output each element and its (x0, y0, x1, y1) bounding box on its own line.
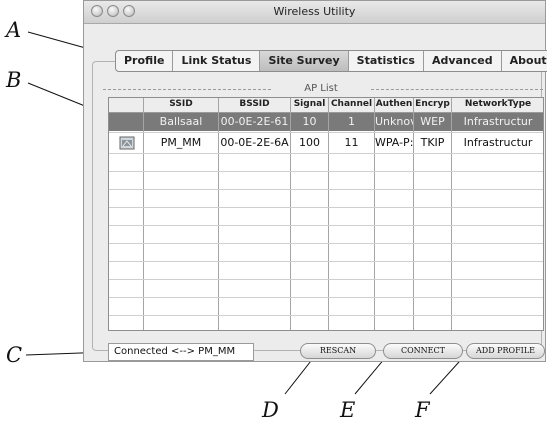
ap-list-heading: AP List (103, 83, 543, 95)
callout-a: A (6, 18, 22, 42)
add-profile-button[interactable]: ADD PROFILE (466, 343, 545, 359)
cell-channel: 11 (344, 136, 359, 149)
table-row[interactable]: PM_MM 00-0E-2E-6A 100 11 WPA-P: TKIP Inf… (109, 134, 543, 152)
table-row[interactable]: Ballsaal 00-0E-2E-61 10 1 Unknov WEP Inf… (109, 113, 543, 131)
row-divider (109, 171, 543, 172)
column-header-ssid[interactable]: SSID (144, 99, 218, 109)
cell-encryp: TKIP (420, 136, 445, 149)
rescan-button[interactable]: RESCAN (300, 343, 376, 359)
row-divider (109, 297, 543, 298)
column-header-authen[interactable]: Authen (375, 99, 413, 109)
column-header-channel[interactable]: Channel (329, 99, 374, 109)
tab-site-survey[interactable]: Site Survey (260, 51, 349, 71)
connection-status-field: Connected <--> PM_MM (108, 343, 254, 361)
row-divider (109, 207, 543, 208)
row-divider (109, 189, 543, 190)
ap-list-title: AP List (271, 83, 371, 94)
cell-signal: 10 (302, 115, 317, 128)
tab-link-status[interactable]: Link Status (173, 51, 261, 71)
tab-profile[interactable]: Profile (116, 51, 174, 71)
cell-authen: WPA-P: (375, 136, 413, 149)
callout-f: F (415, 398, 430, 422)
tab-advanced[interactable]: Advanced (424, 51, 502, 71)
row-divider (109, 243, 543, 244)
cell-ssid: Ballsaal (159, 115, 203, 128)
signal-icon (119, 136, 135, 150)
ap-list-table: SSID BSSID Signal Channel Authen Encryp … (108, 97, 544, 331)
cell-signal: 100 (299, 136, 320, 149)
cell-channel: 1 (348, 115, 355, 128)
callout-c: C (6, 343, 23, 367)
cell-bssid: 00-0E-2E-61 (220, 115, 289, 128)
callout-b: B (6, 68, 22, 92)
cell-authen: Unknov (375, 115, 413, 128)
tab-about[interactable]: About (502, 51, 547, 71)
connect-button[interactable]: CONNECT (383, 343, 463, 359)
callout-e: E (340, 398, 356, 422)
callout-d: D (262, 398, 279, 422)
row-divider (109, 261, 543, 262)
column-header-network-type[interactable]: NetworkType (452, 99, 544, 109)
divider (371, 89, 543, 90)
cell-network-type: Infrastructur (463, 115, 533, 128)
cell-bssid: 00-0E-2E-6A (220, 136, 289, 149)
cell-ssid: PM_MM (160, 136, 202, 149)
cell-encryp: WEP (420, 115, 445, 128)
window-title: Wireless Utility (273, 5, 356, 18)
row-divider (109, 315, 543, 316)
row-divider (109, 153, 543, 154)
tab-bar: Profile Link Status Site Survey Statisti… (115, 50, 547, 72)
row-divider (109, 279, 543, 280)
column-header-bssid[interactable]: BSSID (219, 99, 290, 109)
cell-network-type: Infrastructur (463, 136, 533, 149)
tab-statistics[interactable]: Statistics (349, 51, 424, 71)
row-divider (109, 225, 543, 226)
row-divider (109, 132, 543, 133)
column-header-signal[interactable]: Signal (291, 99, 328, 109)
column-header-encryp[interactable]: Encryp (414, 99, 451, 109)
divider (103, 89, 271, 90)
table-header: SSID BSSID Signal Channel Authen Encryp … (109, 98, 543, 113)
title-bar: Wireless Utility (84, 1, 545, 24)
